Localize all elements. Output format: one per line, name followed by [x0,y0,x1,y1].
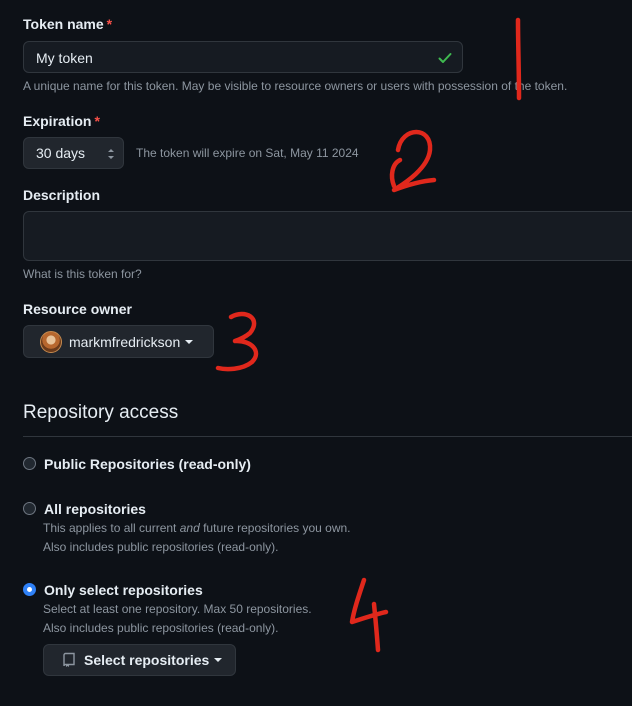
annotation-3 [215,311,259,372]
annotation-4 [349,577,389,653]
annotation-2 [389,129,437,193]
annotation-marks [215,17,522,653]
annotation-1 [515,17,522,101]
